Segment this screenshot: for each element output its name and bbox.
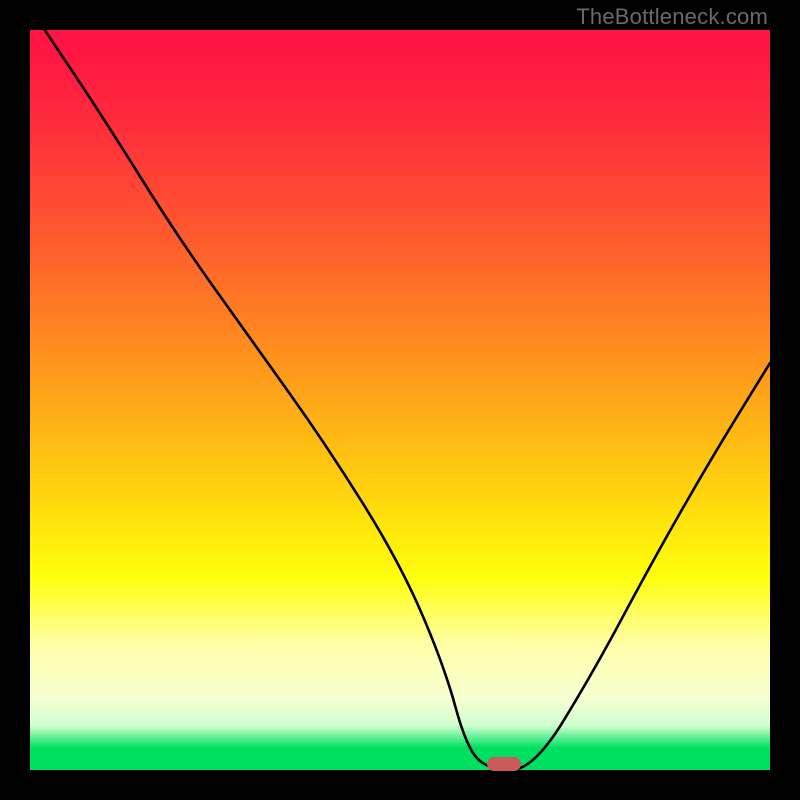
- chart-frame: TheBottleneck.com: [0, 0, 800, 800]
- watermark-text: TheBottleneck.com: [576, 4, 768, 30]
- bottleneck-curve: [30, 30, 770, 770]
- optimum-marker: [487, 757, 521, 771]
- plot-area: [30, 30, 770, 770]
